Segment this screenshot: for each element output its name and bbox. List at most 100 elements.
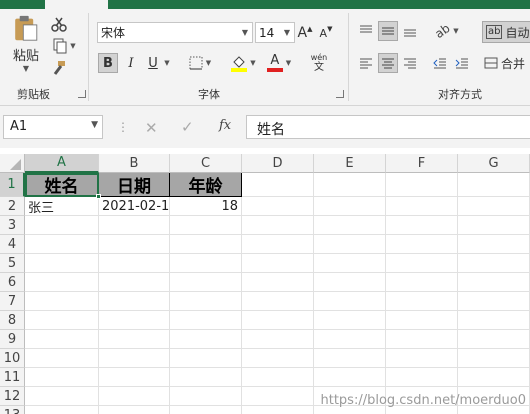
name-box[interactable]: A1 ▼ <box>3 115 103 139</box>
row-header-9[interactable]: 9 <box>0 330 25 349</box>
insert-function-icon[interactable]: fx <box>219 118 231 133</box>
column-header-b[interactable]: B <box>99 154 170 173</box>
cell-b7[interactable] <box>99 292 170 311</box>
row-header-8[interactable]: 8 <box>0 311 25 330</box>
cell-d3[interactable] <box>242 216 314 235</box>
cell-g9[interactable] <box>458 330 530 349</box>
cell-c5[interactable] <box>170 254 242 273</box>
column-header-a[interactable]: A <box>25 154 99 173</box>
cell-b9[interactable] <box>99 330 170 349</box>
cell-c12[interactable] <box>170 387 242 406</box>
cell-d1[interactable] <box>242 173 314 197</box>
shrink-font-button[interactable]: A ▼ <box>318 23 334 43</box>
cell-e3[interactable] <box>314 216 386 235</box>
tab-home[interactable] <box>45 0 108 9</box>
decrease-indent-button[interactable] <box>430 53 450 73</box>
cell-e6[interactable] <box>314 273 386 292</box>
cell-c3[interactable] <box>170 216 242 235</box>
column-header-e[interactable]: E <box>314 154 386 173</box>
align-right-button[interactable] <box>400 53 420 73</box>
cell-b5[interactable] <box>99 254 170 273</box>
cell-e4[interactable] <box>314 235 386 254</box>
cell-f1[interactable] <box>386 173 458 197</box>
cell-a4[interactable] <box>25 235 99 254</box>
cell-c10[interactable] <box>170 349 242 368</box>
cell-b4[interactable] <box>99 235 170 254</box>
row-header-4[interactable]: 4 <box>0 235 25 254</box>
align-left-button[interactable] <box>356 53 376 73</box>
cell-f4[interactable] <box>386 235 458 254</box>
column-header-c[interactable]: C <box>170 154 242 173</box>
font-name-combo[interactable]: 宋体 ▼ <box>97 22 253 43</box>
cell-b3[interactable] <box>99 216 170 235</box>
phonetic-button[interactable]: wén 文 <box>306 52 332 74</box>
cell-e2[interactable] <box>314 197 386 216</box>
cell-a3[interactable] <box>25 216 99 235</box>
cancel-icon[interactable]: ✕ <box>145 119 158 137</box>
cell-a10[interactable] <box>25 349 99 368</box>
row-header-6[interactable]: 6 <box>0 273 25 292</box>
cell-a8[interactable] <box>25 311 99 330</box>
cell-f10[interactable] <box>386 349 458 368</box>
cell-b10[interactable] <box>99 349 170 368</box>
font-launcher-icon[interactable] <box>336 90 344 98</box>
cell-b8[interactable] <box>99 311 170 330</box>
cell-b11[interactable] <box>99 368 170 387</box>
row-header-11[interactable]: 11 <box>0 368 25 387</box>
merge-center-button[interactable]: 合并 <box>484 53 530 73</box>
column-header-g[interactable]: G <box>458 154 530 173</box>
cell-a11[interactable] <box>25 368 99 387</box>
cell-e5[interactable] <box>314 254 386 273</box>
chevron-down-icon[interactable]: ▼ <box>238 23 252 42</box>
select-all-corner[interactable] <box>0 154 25 173</box>
underline-dropdown[interactable]: ▼ <box>162 53 172 73</box>
cell-d4[interactable] <box>242 235 314 254</box>
chevron-down-icon[interactable]: ▼ <box>91 120 98 130</box>
row-header-2[interactable]: 2 <box>0 197 25 216</box>
cell-c9[interactable] <box>170 330 242 349</box>
paste-button[interactable]: 粘贴 ▼ <box>8 15 44 73</box>
cell-c7[interactable] <box>170 292 242 311</box>
cell-f11[interactable] <box>386 368 458 387</box>
cell-d7[interactable] <box>242 292 314 311</box>
cell-e10[interactable] <box>314 349 386 368</box>
increase-indent-button[interactable] <box>452 53 472 73</box>
copy-button[interactable]: ▼ <box>50 37 78 55</box>
cell-a7[interactable] <box>25 292 99 311</box>
cell-g6[interactable] <box>458 273 530 292</box>
cell-g3[interactable] <box>458 216 530 235</box>
cell-g8[interactable] <box>458 311 530 330</box>
row-header-10[interactable]: 10 <box>0 349 25 368</box>
border-button[interactable]: ▼ <box>186 53 214 73</box>
format-painter-button[interactable] <box>50 59 68 77</box>
align-bottom-button[interactable] <box>400 21 420 41</box>
row-header-5[interactable]: 5 <box>0 254 25 273</box>
cell-d12[interactable] <box>242 387 314 406</box>
bold-button[interactable]: B <box>98 53 118 73</box>
cell-f9[interactable] <box>386 330 458 349</box>
cell-a9[interactable] <box>25 330 99 349</box>
cell-g1[interactable] <box>458 173 530 197</box>
fill-color-button[interactable]: ▼ <box>228 53 258 73</box>
cell-e9[interactable] <box>314 330 386 349</box>
cut-button[interactable] <box>50 15 68 33</box>
chevron-down-icon[interactable]: ▼ <box>280 23 294 42</box>
cell-b2[interactable]: 2021-02-1 <box>99 197 170 216</box>
align-middle-button[interactable] <box>378 21 398 41</box>
worksheet-grid[interactable]: ABCDEFG 12345678910111213 姓名日期年龄张三2021-0… <box>0 148 530 414</box>
cell-d6[interactable] <box>242 273 314 292</box>
cell-g5[interactable] <box>458 254 530 273</box>
cell-c2[interactable]: 18 <box>170 197 242 216</box>
cell-g2[interactable] <box>458 197 530 216</box>
cell-d2[interactable] <box>242 197 314 216</box>
cell-c4[interactable] <box>170 235 242 254</box>
wrap-text-button[interactable]: ab 自动 <box>482 21 530 43</box>
cell-c6[interactable] <box>170 273 242 292</box>
align-top-button[interactable] <box>356 21 376 41</box>
cell-d11[interactable] <box>242 368 314 387</box>
orientation-button[interactable]: ab ▼ <box>432 21 462 41</box>
font-color-button[interactable]: A ▼ <box>264 53 294 73</box>
row-header-13[interactable]: 13 <box>0 406 25 414</box>
cell-a2[interactable]: 张三 <box>25 197 99 216</box>
clipboard-launcher-icon[interactable] <box>78 90 86 98</box>
